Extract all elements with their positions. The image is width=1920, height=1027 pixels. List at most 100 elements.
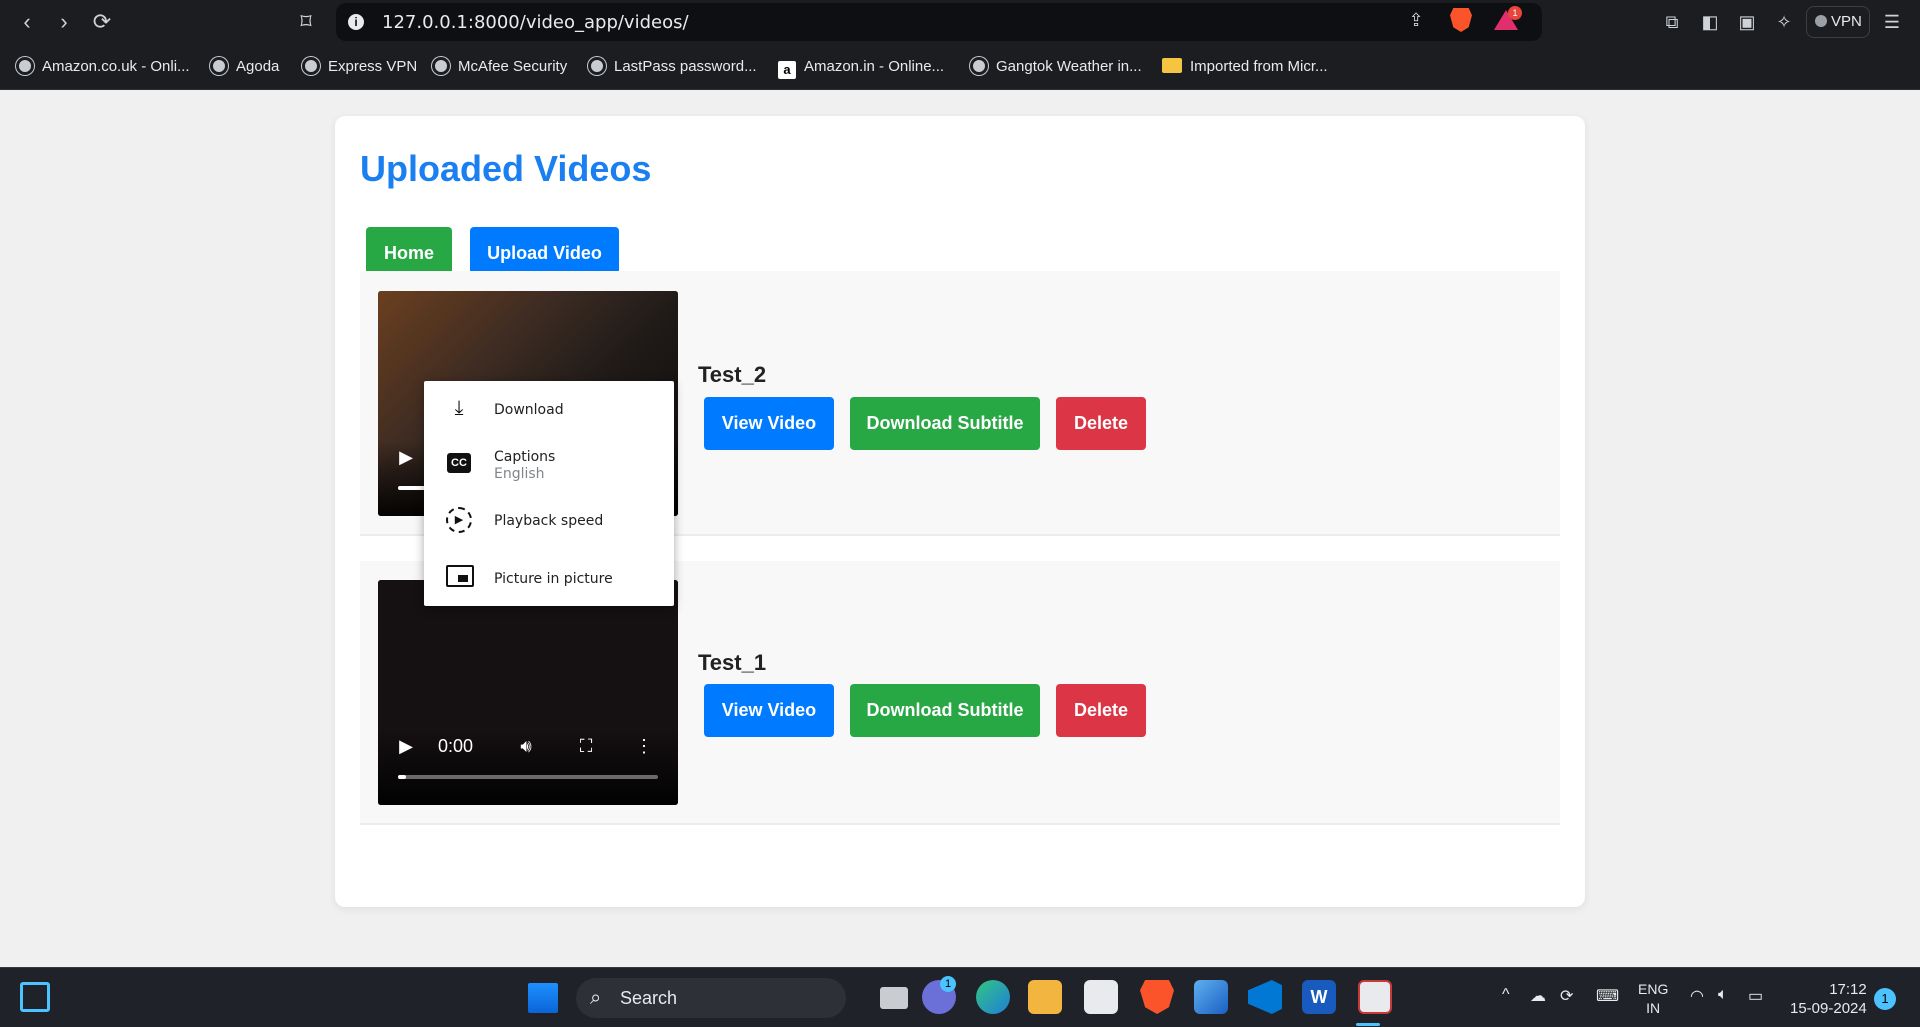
- bookmark-imported-folder[interactable]: Imported from Micr...: [1162, 56, 1328, 78]
- url-text[interactable]: 127.0.0.1:8000/video_app/videos/: [382, 12, 689, 33]
- globe-icon: [432, 57, 450, 75]
- menu-item-label: Captions: [494, 449, 556, 465]
- video-title: Test_1: [698, 650, 767, 675]
- onedrive-icon[interactable]: ☁: [1530, 986, 1546, 1006]
- menu-item-download[interactable]: ⤓ Download: [424, 381, 674, 437]
- share-icon[interactable]: ⇪: [1404, 8, 1428, 32]
- teams-badge: 1: [940, 976, 956, 992]
- snipping-tool-icon[interactable]: [1358, 980, 1392, 1014]
- video-progress-fill: [398, 775, 406, 779]
- menu-item-playback-speed[interactable]: ▶ Playback speed: [424, 493, 674, 549]
- forward-icon[interactable]: ›: [50, 8, 78, 36]
- play-icon[interactable]: ▶: [396, 445, 416, 469]
- menu-item-captions[interactable]: CC Captions English: [424, 437, 674, 493]
- vpn-label: VPN: [1831, 13, 1862, 30]
- video-player[interactable]: ▶ 0:00 🔊︎ ⛶ ⋮: [378, 580, 678, 805]
- menu-item-picture-in-picture[interactable]: Picture in picture: [424, 549, 674, 606]
- view-video-button[interactable]: View Video: [704, 684, 834, 737]
- bookmark-mcafee[interactable]: McAfee Security: [432, 56, 567, 78]
- wallet-icon[interactable]: ▣: [1735, 10, 1759, 34]
- view-video-button[interactable]: View Video: [704, 397, 834, 450]
- microsoft-store-icon[interactable]: [1084, 980, 1118, 1014]
- wifi-icon[interactable]: ◠: [1690, 986, 1704, 1006]
- amazon-icon: a: [778, 61, 796, 79]
- bookmark-label: Amazon.in - Online...: [804, 58, 945, 75]
- menu-item-label: Picture in picture: [494, 571, 613, 587]
- reload-icon[interactable]: ⟳: [88, 8, 116, 36]
- address-bar[interactable]: i 127.0.0.1:8000/video_app/videos/: [336, 3, 1542, 41]
- volume-icon[interactable]: 🔊︎: [514, 734, 538, 758]
- delete-button[interactable]: Delete: [1056, 684, 1146, 737]
- menu-item-label: Playback speed: [494, 513, 604, 529]
- video-progress-bar[interactable]: [398, 775, 658, 779]
- edge-icon[interactable]: [976, 980, 1010, 1014]
- more-options-icon[interactable]: ⋮: [634, 734, 654, 758]
- bookmark-gangtok-weather[interactable]: Gangtok Weather in...: [970, 56, 1142, 78]
- globe-icon: [302, 57, 320, 75]
- bookmark-label: Imported from Micr...: [1190, 58, 1328, 75]
- file-explorer-icon[interactable]: [1028, 980, 1062, 1014]
- globe-icon: [210, 57, 228, 75]
- search-label: Search: [620, 988, 678, 1008]
- fullscreen-icon[interactable]: ⛶: [574, 734, 598, 758]
- vpn-button[interactable]: VPN: [1806, 6, 1870, 38]
- globe-icon: [970, 57, 988, 75]
- clock-time: 17:12: [1829, 981, 1867, 998]
- widgets-icon[interactable]: [20, 982, 50, 1012]
- battery-icon[interactable]: ▭: [1748, 986, 1763, 1006]
- bookmark-label: LastPass password...: [614, 58, 757, 75]
- taskbar: ⌕ Search 1 W ^ ☁ ⟳ ⌨ ENG IN ◠ 🔈︎ ▭ 17:12 …: [0, 967, 1920, 1027]
- sidebar-icon[interactable]: ◧: [1698, 10, 1722, 34]
- photos-icon[interactable]: [1194, 980, 1228, 1014]
- bookmark-amazon-uk[interactable]: Amazon.co.uk - Onli...: [16, 56, 190, 78]
- language-code: ENG: [1638, 981, 1669, 997]
- bookmark-lastpass[interactable]: LastPass password...: [588, 56, 757, 78]
- taskbar-search[interactable]: ⌕ Search: [576, 978, 846, 1018]
- vscode-icon[interactable]: [1248, 980, 1282, 1014]
- notification-badge[interactable]: 1: [1874, 988, 1896, 1010]
- bookmark-icon[interactable]: ⌑: [292, 8, 320, 36]
- bookmark-agoda[interactable]: Agoda: [210, 56, 279, 78]
- bookmark-label: Agoda: [236, 58, 280, 75]
- browser-toolbar: ‹ › ⟳ ⌑ i 127.0.0.1:8000/video_app/video…: [0, 0, 1920, 44]
- globe-icon: [588, 57, 606, 75]
- bookmark-amazon-in[interactable]: a Amazon.in - Online...: [778, 56, 945, 79]
- bookmarks-bar: Amazon.co.uk - Onli... Agoda Express VPN…: [0, 44, 1920, 90]
- globe-icon: [16, 57, 34, 75]
- clock-date: 15-09-2024: [1790, 1000, 1867, 1017]
- page-title: Uploaded Videos: [360, 148, 652, 189]
- vpn-status-icon: [1815, 15, 1827, 27]
- download-subtitle-button[interactable]: Download Subtitle: [850, 684, 1040, 737]
- bookmark-label: McAfee Security: [458, 58, 568, 75]
- bookmark-label: Express VPN: [328, 58, 418, 75]
- video-options-menu: ⤓ Download CC Captions English ▶ Playbac…: [424, 381, 674, 606]
- menu-item-sublabel: English: [494, 466, 545, 482]
- speaker-icon[interactable]: 🔈︎: [1718, 986, 1728, 1004]
- show-hidden-icons[interactable]: ^: [1502, 986, 1510, 1004]
- windows-start-icon[interactable]: [528, 983, 558, 1013]
- rewards-badge: 1: [1508, 6, 1522, 20]
- playback-speed-icon: ▶: [446, 507, 472, 533]
- extensions-icon[interactable]: ⧉: [1660, 10, 1684, 34]
- site-info-icon[interactable]: i: [348, 14, 364, 30]
- bookmark-express-vpn[interactable]: Express VPN: [302, 56, 417, 78]
- task-view-icon[interactable]: [880, 987, 908, 1009]
- download-subtitle-button[interactable]: Download Subtitle: [850, 397, 1040, 450]
- word-icon[interactable]: W: [1302, 980, 1336, 1014]
- brave-icon[interactable]: [1140, 980, 1174, 1014]
- video-time: 0:00: [438, 736, 474, 756]
- page-body: Uploaded Videos Home Upload Video ▶ Test…: [0, 91, 1920, 967]
- keyboard-icon[interactable]: ⌨: [1596, 986, 1619, 1006]
- play-icon[interactable]: ▶: [396, 734, 416, 758]
- leo-ai-icon[interactable]: ✧: [1772, 10, 1796, 34]
- region-code: IN: [1646, 1000, 1661, 1016]
- captions-icon: CC: [447, 453, 471, 473]
- back-icon[interactable]: ‹: [13, 8, 41, 36]
- menu-icon[interactable]: ☰: [1880, 10, 1904, 34]
- sync-icon[interactable]: ⟳: [1560, 986, 1573, 1006]
- delete-button[interactable]: Delete: [1056, 397, 1146, 450]
- download-icon: ⤓: [454, 397, 464, 419]
- folder-icon: [1162, 58, 1182, 73]
- language-indicator[interactable]: ENG IN: [1638, 980, 1668, 1018]
- system-clock[interactable]: 17:12 15-09-2024: [1790, 980, 1867, 1018]
